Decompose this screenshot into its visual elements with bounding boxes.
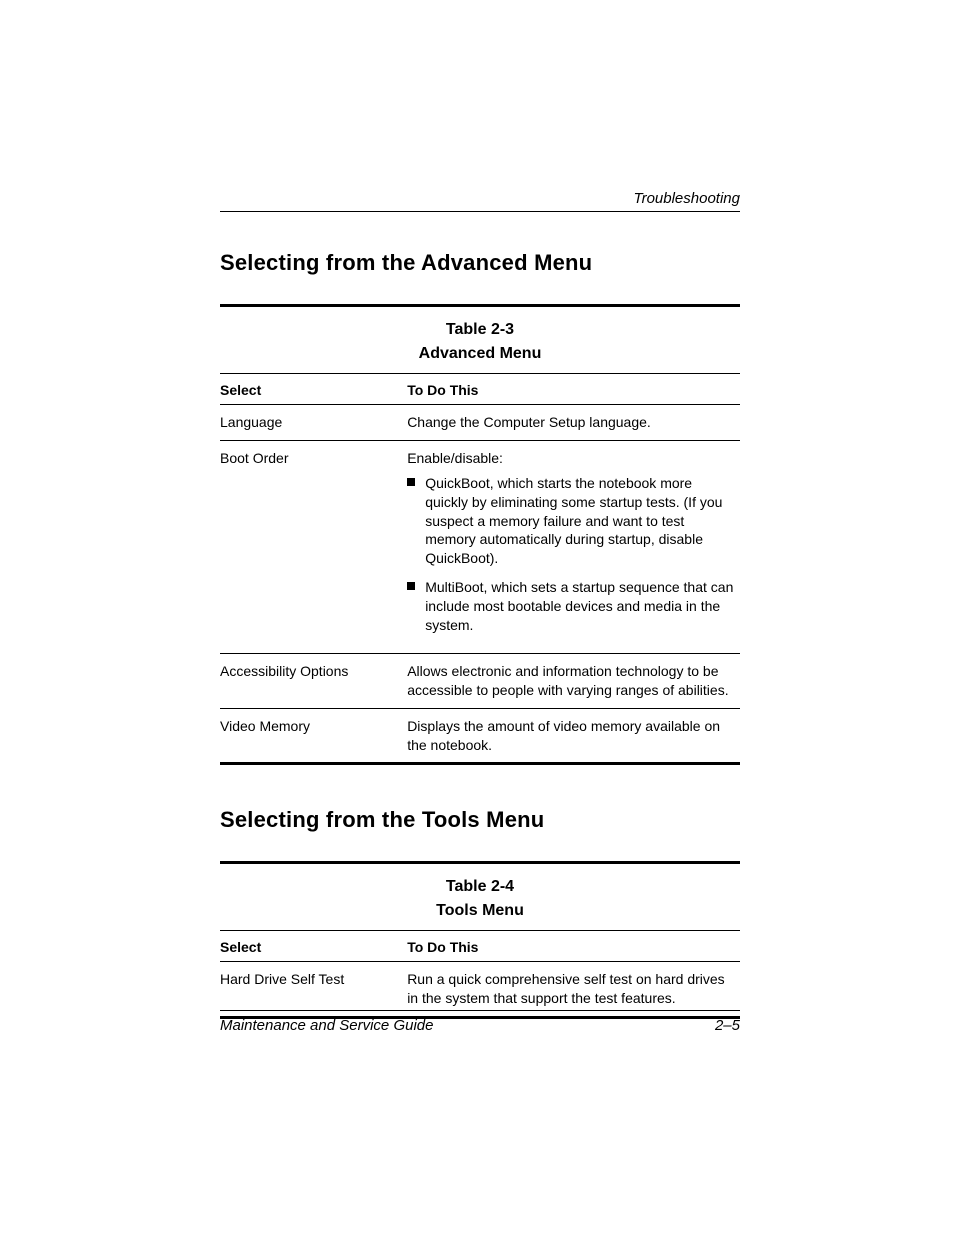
cell-select: Video Memory [220,708,407,762]
table-label: Table 2-4 [220,878,740,896]
todo-intro: Enable/disable: [407,450,503,466]
page-footer: Maintenance and Service Guide 2–5 [220,1010,740,1034]
table: Select To Do This Language Change the Co… [220,373,740,762]
table-title: Tools Menu [220,902,740,920]
cell-select: Hard Drive Self Test [220,962,407,1016]
col-header-todo: To Do This [407,931,740,962]
table-row: Accessibility Options Allows electronic … [220,653,740,708]
cell-todo: Enable/disable: QuickBoot, which starts … [407,440,740,653]
running-header: Troubleshooting [220,190,740,212]
footer-right: 2–5 [715,1017,740,1034]
table-row: Hard Drive Self Test Run a quick compreh… [220,962,740,1016]
table-label: Table 2-3 [220,321,740,339]
cell-todo: Change the Computer Setup language. [407,405,740,441]
col-header-select: Select [220,931,407,962]
cell-todo: Displays the amount of video memory avai… [407,708,740,762]
bullet-item: QuickBoot, which starts the notebook mor… [407,474,734,568]
cell-select: Boot Order [220,440,407,653]
col-header-todo: To Do This [407,374,740,405]
table-header-row: Select To Do This [220,374,740,405]
bullet-list: QuickBoot, which starts the notebook mor… [407,474,734,635]
table-tools-menu: Table 2-4 Tools Menu Select To Do This H… [220,861,740,1019]
cell-todo: Run a quick comprehensive self test on h… [407,962,740,1016]
table-row: Language Change the Computer Setup langu… [220,405,740,441]
table-advanced-menu: Table 2-3 Advanced Menu Select To Do Thi… [220,304,740,765]
table-header-row: Select To Do This [220,931,740,962]
footer-left: Maintenance and Service Guide [220,1017,433,1034]
bullet-item: MultiBoot, which sets a startup sequence… [407,578,734,635]
cell-select: Language [220,405,407,441]
table-row: Boot Order Enable/disable: QuickBoot, wh… [220,440,740,653]
page-content: Troubleshooting Selecting from the Advan… [220,190,740,1061]
cell-select: Accessibility Options [220,653,407,708]
col-header-select: Select [220,374,407,405]
section-title-advanced: Selecting from the Advanced Menu [220,250,740,276]
section-title-tools: Selecting from the Tools Menu [220,807,740,833]
table-row: Video Memory Displays the amount of vide… [220,708,740,762]
cell-todo: Allows electronic and information techno… [407,653,740,708]
table-title: Advanced Menu [220,345,740,363]
table: Select To Do This Hard Drive Self Test R… [220,930,740,1016]
